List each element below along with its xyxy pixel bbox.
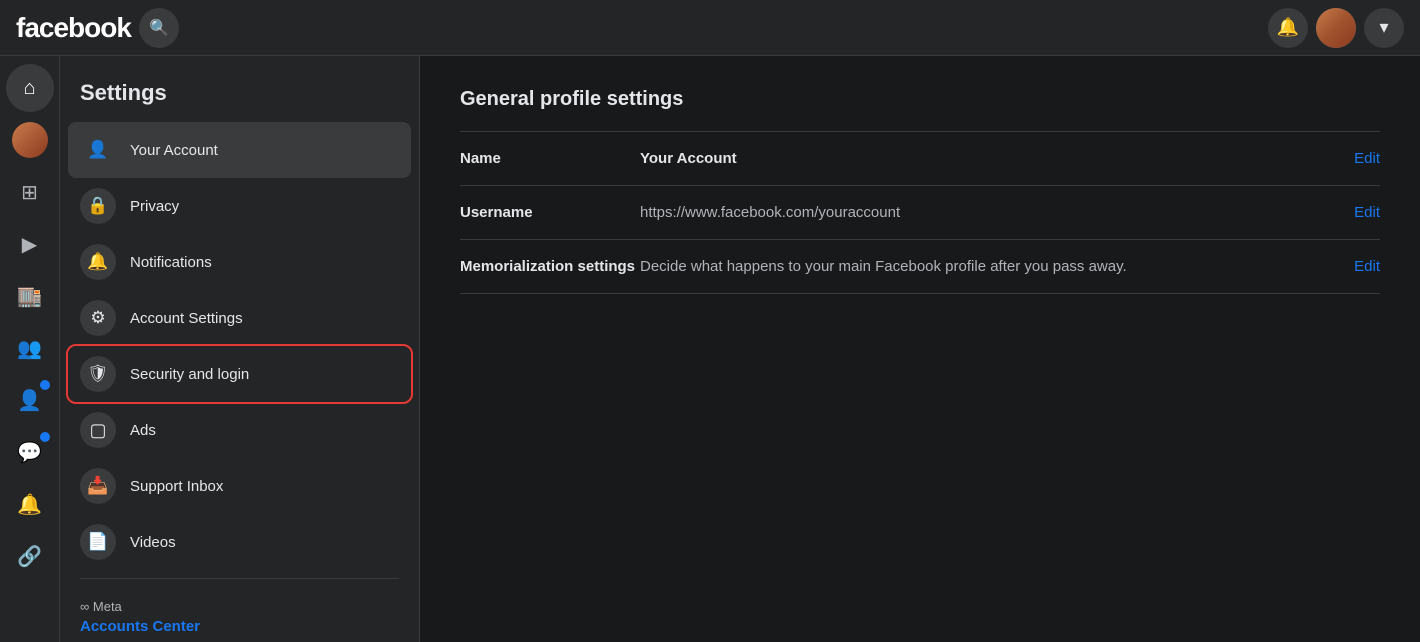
sidebar-label-account-settings: Account Settings — [130, 310, 243, 327]
rail-item-marketplace[interactable]: 🏬 — [6, 272, 54, 320]
home-icon: ⌂ — [23, 77, 35, 100]
icon-rail: ⌂ ⊞ ▶ 🏬 👥 👤 💬 🔔 🔗 — [0, 56, 60, 642]
rail-item-friends[interactable]: 👥 — [6, 324, 54, 372]
content-title: General profile settings — [460, 88, 1380, 111]
chevron-down-button[interactable]: ▾ — [1364, 8, 1404, 48]
messages-badge — [38, 430, 52, 444]
settings-sidebar: Settings 👤 Your Account 🔒 Privacy 🔔 Noti… — [60, 56, 420, 642]
username-label: Username — [460, 204, 640, 221]
privacy-icon: 🔒 — [80, 188, 116, 224]
rail-item-groups[interactable]: 👤 — [6, 376, 54, 424]
grid-icon: ⊞ — [21, 180, 38, 205]
topnav-left: facebook 🔍 — [16, 8, 179, 48]
profile-avatar — [12, 122, 48, 158]
memorialization-label: Memorialization settings — [460, 258, 640, 275]
sidebar-item-account-settings[interactable]: ⚙ Account Settings — [68, 290, 411, 346]
settings-row-username: Username https://www.facebook.com/yourac… — [460, 185, 1380, 239]
groups-badge — [38, 378, 52, 392]
username-value: https://www.facebook.com/youraccount — [640, 204, 1354, 221]
settings-title: Settings — [68, 72, 411, 122]
rail-item-grid[interactable]: ⊞ — [6, 168, 54, 216]
top-navigation: facebook 🔍 🔔 ▾ — [0, 0, 1420, 56]
search-button[interactable]: 🔍 — [139, 8, 179, 48]
sidebar-item-your-account[interactable]: 👤 Your Account — [68, 122, 411, 178]
messages-icon: 💬 — [17, 440, 42, 465]
account-settings-icon: ⚙ — [80, 300, 116, 336]
link-icon: 🔗 — [17, 544, 42, 569]
search-icon: 🔍 — [149, 18, 169, 38]
sidebar-label-privacy: Privacy — [130, 198, 179, 215]
user-avatar-button[interactable] — [1316, 8, 1356, 48]
sidebar-label-security-login: Security and login — [130, 366, 249, 383]
meta-logo: ∞ Meta — [80, 599, 399, 614]
sidebar-label-support-inbox: Support Inbox — [130, 478, 223, 495]
sidebar-label-notifications: Notifications — [130, 254, 212, 271]
memorialization-edit-button[interactable]: Edit — [1354, 258, 1380, 275]
chevron-down-icon: ▾ — [1379, 17, 1388, 38]
groups-icon: 👤 — [17, 388, 42, 413]
sidebar-item-security-login[interactable]: 🛡 Security and login — [68, 346, 411, 402]
accounts-center-link[interactable]: Accounts Center — [80, 618, 399, 635]
name-edit-button[interactable]: Edit — [1354, 150, 1380, 167]
sidebar-label-ads: Ads — [130, 422, 156, 439]
notifications-sidebar-icon: 🔔 — [80, 244, 116, 280]
sidebar-label-videos: Videos — [130, 534, 176, 551]
rail-item-watch[interactable]: ▶ — [6, 220, 54, 268]
sidebar-divider — [80, 578, 399, 579]
name-label: Name — [460, 150, 640, 167]
rail-item-notifications[interactable]: 🔔 — [6, 480, 54, 528]
your-account-icon: 👤 — [80, 132, 116, 168]
main-content: General profile settings Name Your Accou… — [420, 56, 1420, 642]
memorialization-value: Decide what happens to your main Faceboo… — [640, 258, 1354, 275]
topnav-right: 🔔 ▾ — [1268, 8, 1404, 48]
username-edit-button[interactable]: Edit — [1354, 204, 1380, 221]
sidebar-label-your-account: Your Account — [130, 142, 218, 159]
facebook-logo: facebook — [16, 12, 131, 44]
rail-item-profile[interactable] — [6, 116, 54, 164]
settings-row-memorialization: Memorialization settings Decide what hap… — [460, 239, 1380, 294]
notifications-icon: 🔔 — [17, 492, 42, 517]
sidebar-item-support-inbox[interactable]: 📥 Support Inbox — [68, 458, 411, 514]
sidebar-item-notifications[interactable]: 🔔 Notifications — [68, 234, 411, 290]
ads-icon: ▢ — [80, 412, 116, 448]
videos-icon: 📄 — [80, 524, 116, 560]
settings-row-name: Name Your Account Edit — [460, 131, 1380, 185]
rail-item-link[interactable]: 🔗 — [6, 532, 54, 580]
sidebar-item-videos[interactable]: 📄 Videos — [68, 514, 411, 570]
play-icon: ▶ — [22, 232, 37, 257]
notifications-button[interactable]: 🔔 — [1268, 8, 1308, 48]
support-inbox-icon: 📥 — [80, 468, 116, 504]
sidebar-item-ads[interactable]: ▢ Ads — [68, 402, 411, 458]
rail-item-messages[interactable]: 💬 — [6, 428, 54, 476]
friends-icon: 👥 — [17, 336, 42, 361]
avatar-image — [1316, 8, 1356, 48]
meta-section: ∞ Meta Accounts Center Control settings … — [68, 587, 411, 642]
marketplace-icon: 🏬 — [17, 284, 42, 309]
sidebar-item-privacy[interactable]: 🔒 Privacy — [68, 178, 411, 234]
bell-icon: 🔔 — [1277, 17, 1299, 38]
name-value-text: Your Account — [640, 150, 737, 167]
security-login-icon: 🛡 — [80, 356, 116, 392]
main-body: ⌂ ⊞ ▶ 🏬 👥 👤 💬 🔔 🔗 — [0, 56, 1420, 642]
name-value: Your Account — [640, 150, 1354, 167]
rail-item-home[interactable]: ⌂ — [6, 64, 54, 112]
